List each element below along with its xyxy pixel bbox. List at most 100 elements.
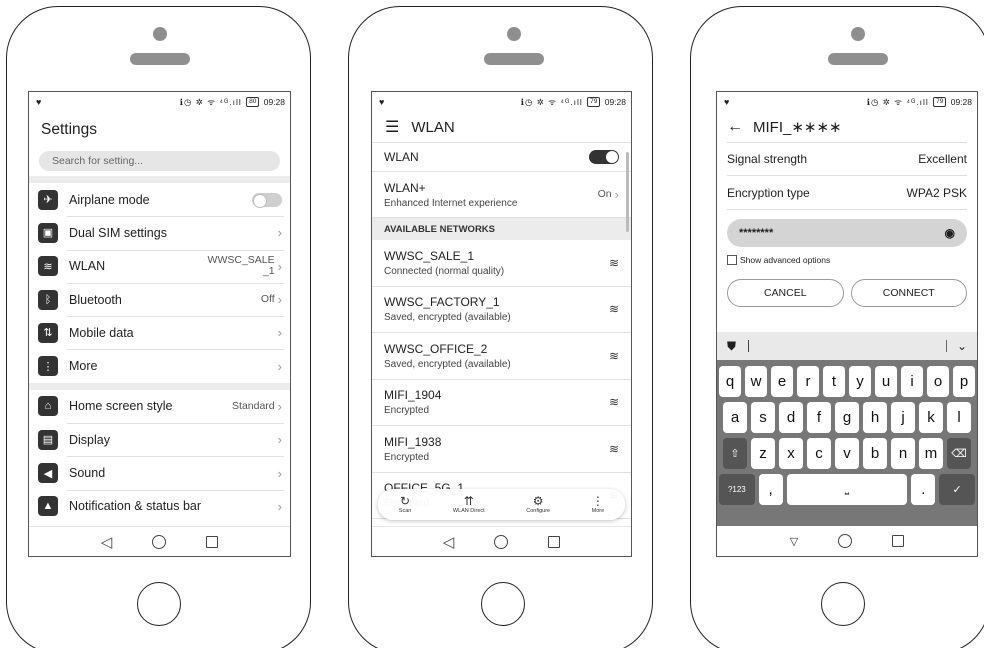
more-icon: ⋮ — [591, 494, 604, 508]
eye-icon[interactable]: ◉ — [945, 226, 955, 240]
advanced-options-row[interactable]: Show advanced options — [727, 255, 967, 265]
chevron-down-icon[interactable]: ⌄ — [957, 339, 967, 353]
settings-row[interactable]: ▣ Dual SIM settings › — [29, 216, 290, 249]
key-r[interactable]: r — [797, 366, 819, 397]
chevron-right-icon: › — [277, 432, 282, 448]
chevron-right-icon: › — [277, 358, 282, 374]
home-button[interactable] — [821, 582, 865, 626]
home-style-icon: ⌂ — [38, 396, 58, 417]
page-title: MIFI_∗∗∗∗ — [753, 119, 842, 136]
keyboard-keys: qwertyuiop asdfghjkl ⇧ z x c v b n m ⌫ ?123 , ⎵… — [717, 360, 977, 526]
connect-button[interactable]: CONNECT — [850, 279, 967, 307]
battery-icon: 79 — [933, 97, 947, 108]
settings-row[interactable]: ▲ Notification & status bar › — [29, 489, 290, 523]
period-key[interactable]: . — [911, 474, 936, 505]
back-nav-icon[interactable]: ◁ — [443, 533, 455, 551]
settings-row-value: Off — [260, 293, 275, 306]
toolbar-item-wlan-direct[interactable]: ⇈ WLAN Direct — [453, 495, 485, 515]
key-p[interactable]: p — [953, 366, 975, 397]
back-nav-icon[interactable]: ▽ — [790, 535, 798, 548]
back-nav-icon[interactable]: ◁ — [101, 533, 113, 551]
network-name: MIFI_1938 — [384, 434, 442, 449]
key-j[interactable]: j — [891, 402, 915, 433]
key-l[interactable]: l — [947, 402, 971, 433]
key-u[interactable]: u — [875, 366, 897, 397]
home-button[interactable] — [137, 582, 181, 626]
settings-row[interactable]: ✈ Airplane mode — [29, 183, 290, 216]
home-button[interactable] — [481, 582, 525, 626]
recents-nav-icon[interactable] — [548, 535, 561, 548]
settings-row[interactable]: ≋ WLAN WWSC_SALE _1 › — [29, 249, 290, 283]
key-o[interactable]: o — [927, 366, 949, 397]
wlan-toggle-row[interactable]: WLAN — [372, 142, 631, 172]
key-i[interactable]: i — [901, 366, 923, 397]
settings-row[interactable]: ⇅ Mobile data › — [29, 316, 290, 349]
speaker-grille — [484, 53, 544, 65]
key-m[interactable]: m — [919, 438, 943, 469]
password-input[interactable]: ******** ◉ — [727, 219, 967, 247]
key-w[interactable]: w — [745, 366, 767, 397]
key-z[interactable]: z — [751, 438, 775, 469]
menu-icon[interactable]: ☰ — [385, 117, 399, 137]
divider — [945, 340, 947, 352]
key-h[interactable]: h — [863, 402, 887, 433]
home-nav-icon[interactable] — [494, 534, 509, 549]
key-f[interactable]: f — [807, 402, 831, 433]
wlan-plus-row[interactable]: WLAN+ Enhanced Internet experience On › — [372, 172, 631, 218]
network-item[interactable]: WWSC_OFFICE_2 Saved, encrypted (available… — [372, 333, 631, 380]
shield-icon[interactable]: ⛊ — [727, 339, 736, 354]
key-a[interactable]: a — [723, 402, 747, 433]
recents-nav-icon[interactable] — [206, 535, 219, 548]
network-item[interactable]: MIFI_1938 Encrypted ≋ — [372, 426, 631, 473]
network-item[interactable]: MIFI_1904 Encrypted ≋ — [372, 380, 631, 426]
space-key[interactable]: ⎵ — [786, 474, 908, 505]
back-arrow-icon[interactable]: ← — [727, 118, 743, 136]
shift-key-icon[interactable]: ⇧ — [723, 438, 747, 469]
signal-strength-label: Signal strength — [727, 152, 808, 166]
key-g[interactable]: g — [835, 402, 859, 433]
scan-icon: ↻ — [400, 494, 411, 508]
key-y[interactable]: y — [849, 366, 871, 397]
notification-heart-icon: ♥ — [379, 97, 385, 107]
settings-row-value: Standard — [232, 399, 275, 412]
key-s[interactable]: s — [751, 402, 775, 433]
cancel-button[interactable]: CANCEL — [727, 279, 844, 307]
key-k[interactable]: k — [919, 402, 943, 433]
key-q[interactable]: q — [719, 366, 741, 397]
network-item[interactable]: WWSC_FACTORY_1 Saved, encrypted (availabl… — [372, 287, 631, 333]
key-t[interactable]: t — [823, 366, 845, 397]
wlan-toggle-switch[interactable] — [589, 150, 619, 164]
comma-key[interactable]: , — [758, 474, 783, 505]
key-v[interactable]: v — [835, 438, 859, 469]
key-c[interactable]: c — [807, 438, 831, 469]
scrollbar[interactable] — [626, 152, 629, 232]
backspace-icon[interactable]: ⌫ — [947, 438, 971, 469]
wifi-lock-icon: ≋ — [608, 441, 619, 456]
key-n[interactable]: n — [891, 438, 915, 469]
network-status: Saved, encrypted (available) — [384, 312, 511, 324]
screen-connect: ♥ ℹ◷ ✲ ᯤ ⁴ᴳ.ıll 79 09:28 ← MIFI_∗∗∗∗ Sig… — [716, 91, 978, 557]
network-item[interactable]: WWSC_SALE_1 Connected (normal quality) ≋ — [372, 240, 631, 287]
settings-row[interactable]: ◀ Sound › — [29, 456, 290, 489]
settings-row[interactable]: ▤ Display › — [29, 423, 290, 456]
toolbar-item-more[interactable]: ⋮ More — [591, 494, 605, 515]
numbers-key[interactable]: ?123 — [719, 474, 755, 505]
key-d[interactable]: d — [779, 402, 803, 433]
status-time: 09:28 — [604, 96, 626, 107]
toolbar-item-configure[interactable]: ⚙ Configure — [526, 495, 550, 515]
key-e[interactable]: e — [771, 366, 793, 397]
airplane-mode-toggle[interactable] — [252, 192, 282, 208]
key-b[interactable]: b — [863, 438, 887, 469]
toolbar-item-scan[interactable]: ↻ Scan — [399, 494, 412, 515]
enter-check-icon[interactable]: ✓ — [939, 474, 975, 505]
settings-row[interactable]: ⌂ Home screen style Standard › — [29, 390, 290, 423]
recents-nav-icon[interactable] — [892, 535, 905, 547]
key-x[interactable]: x — [779, 438, 803, 469]
search-input[interactable]: Search for setting... — [39, 151, 280, 171]
advanced-options-checkbox[interactable] — [727, 255, 737, 265]
settings-row[interactable]: ⋮ More › — [29, 349, 290, 382]
settings-row[interactable]: ᛒ Bluetooth Off › — [29, 282, 290, 316]
home-nav-icon[interactable] — [152, 534, 167, 549]
home-nav-icon[interactable] — [838, 534, 853, 548]
screen-wlan: ♥ ℹ◷ ✲ ᯤ ⁴ᴳ.ıll 79 09:28 ☰ WLAN WLAN WLA… — [371, 91, 632, 557]
